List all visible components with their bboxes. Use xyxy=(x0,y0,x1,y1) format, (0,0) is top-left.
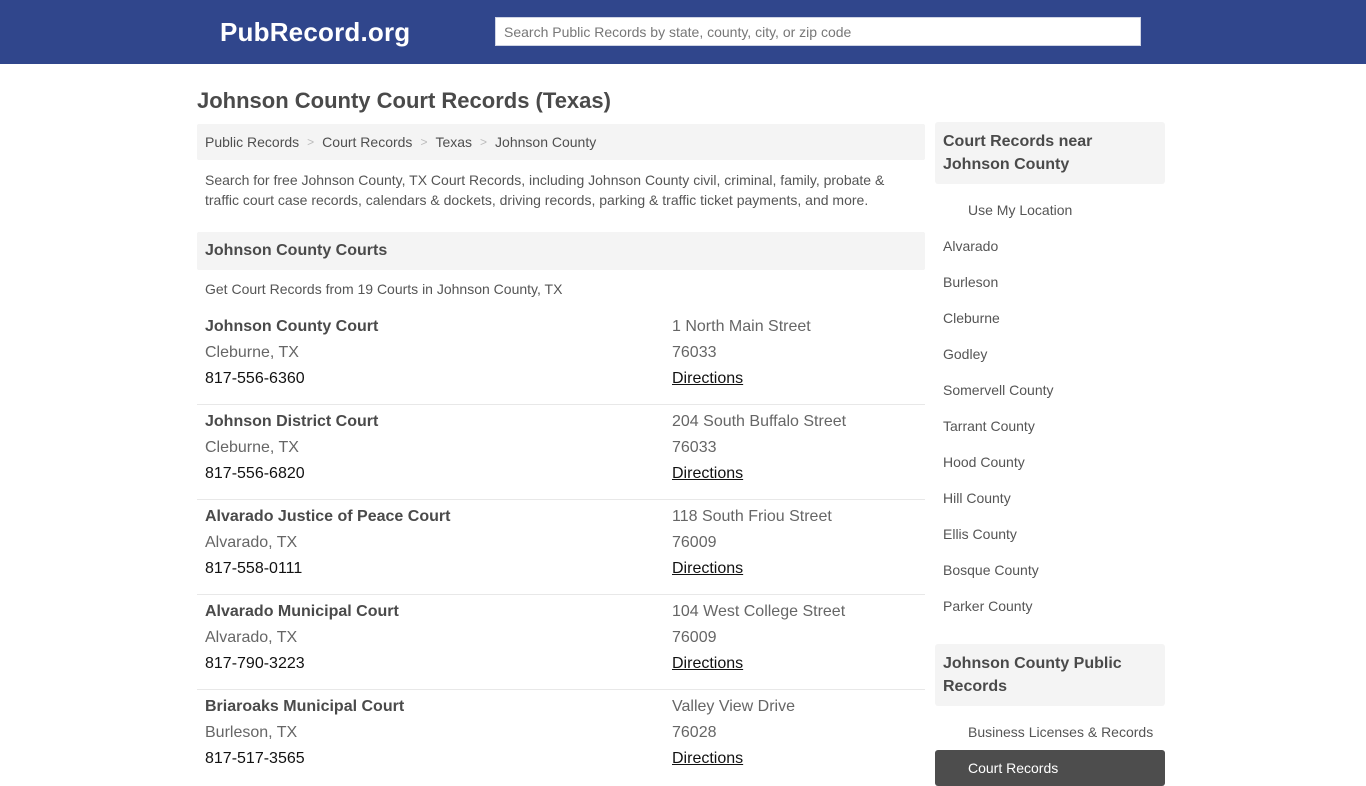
court-zip: 76033 xyxy=(672,439,717,456)
nearby-item[interactable]: Somervell County xyxy=(935,372,1165,408)
breadcrumb: Public Records > Court Records > Texas >… xyxy=(197,124,925,160)
nearby-item[interactable]: Cleburne xyxy=(935,300,1165,336)
courts-section-subheading: Get Court Records from 19 Courts in John… xyxy=(205,281,563,297)
court-row: Alvarado Justice of Peace Court Alvarado… xyxy=(197,500,925,595)
court-city: Alvarado, TX xyxy=(205,534,298,551)
nearby-item[interactable]: Parker County xyxy=(935,588,1165,624)
court-row: Johnson District Court Cleburne, TX 817-… xyxy=(197,405,925,500)
court-zip: 76028 xyxy=(672,724,717,741)
court-zip: 76009 xyxy=(672,629,717,646)
sidebar: Court Records near Johnson County Use My… xyxy=(935,122,1165,786)
court-city: Burleson, TX xyxy=(205,724,298,741)
court-row: Johnson County Court Cleburne, TX 817-55… xyxy=(197,310,925,405)
breadcrumb-public-records[interactable]: Public Records xyxy=(205,134,299,150)
courts-section-heading: Johnson County Courts xyxy=(197,232,925,270)
nearby-courts-heading: Court Records near Johnson County xyxy=(935,122,1165,184)
court-name: Alvarado Justice of Peace Court xyxy=(205,508,451,525)
public-records-list: Business Licenses & Records Court Record… xyxy=(935,706,1165,786)
court-street: 118 South Friou Street xyxy=(672,508,832,525)
business-licenses-link[interactable]: Business Licenses & Records xyxy=(935,714,1165,750)
court-phone[interactable]: 817-556-6360 xyxy=(205,366,672,392)
nearby-item[interactable]: Ellis County xyxy=(935,516,1165,552)
directions-link[interactable]: Directions xyxy=(672,560,743,577)
court-name: Johnson County Court xyxy=(205,318,379,335)
top-navbar: PubRecord.org xyxy=(0,0,1366,64)
court-name: Alvarado Municipal Court xyxy=(205,603,399,620)
public-records-heading: Johnson County Public Records xyxy=(935,644,1165,706)
nearby-item[interactable]: Hood County xyxy=(935,444,1165,480)
court-zip: 76033 xyxy=(672,344,717,361)
court-name: Briaroaks Municipal Court xyxy=(205,698,405,715)
courts-list: Johnson County Court Cleburne, TX 817-55… xyxy=(197,310,925,785)
nearby-item[interactable]: Burleson xyxy=(935,264,1165,300)
nearby-list: Use My Location Alvarado Burleson Clebur… xyxy=(935,184,1165,624)
court-street: Valley View Drive xyxy=(672,698,796,715)
nearby-item[interactable]: Godley xyxy=(935,336,1165,372)
nearby-courts-block: Court Records near Johnson County Use My… xyxy=(935,122,1165,624)
court-city: Alvarado, TX xyxy=(205,629,298,646)
breadcrumb-separator: > xyxy=(307,135,315,149)
court-zip: 76009 xyxy=(672,534,717,551)
intro-text: Search for free Johnson County, TX Court… xyxy=(205,172,885,208)
court-phone[interactable]: 817-790-3223 xyxy=(205,651,672,677)
page-title: Johnson County Court Records (Texas) xyxy=(197,88,611,113)
directions-link[interactable]: Directions xyxy=(672,750,743,767)
court-street: 104 West College Street xyxy=(672,603,846,620)
court-city: Cleburne, TX xyxy=(205,344,299,361)
breadcrumb-separator: > xyxy=(420,135,428,149)
directions-link[interactable]: Directions xyxy=(672,655,743,672)
nearby-item[interactable]: Alvarado xyxy=(935,228,1165,264)
directions-link[interactable]: Directions xyxy=(672,370,743,387)
breadcrumb-texas[interactable]: Texas xyxy=(435,134,472,150)
court-records-link-active[interactable]: Court Records xyxy=(935,750,1165,786)
search-input[interactable] xyxy=(496,18,1140,45)
breadcrumb-johnson-county: Johnson County xyxy=(495,134,597,150)
court-phone[interactable]: 817-558-0111 xyxy=(205,556,672,582)
use-my-location-link[interactable]: Use My Location xyxy=(935,192,1165,228)
court-row: Briaroaks Municipal Court Burleson, TX 8… xyxy=(197,690,925,785)
main-content: Johnson County Court Records (Texas) Pub… xyxy=(197,64,925,785)
breadcrumb-separator: > xyxy=(480,135,488,149)
court-street: 1 North Main Street xyxy=(672,318,811,335)
breadcrumb-court-records[interactable]: Court Records xyxy=(322,134,412,150)
public-records-block: Johnson County Public Records Business L… xyxy=(935,644,1165,786)
search-box xyxy=(495,17,1141,46)
directions-link[interactable]: Directions xyxy=(672,465,743,482)
nearby-item[interactable]: Hill County xyxy=(935,480,1165,516)
nearby-item[interactable]: Tarrant County xyxy=(935,408,1165,444)
court-street: 204 South Buffalo Street xyxy=(672,413,847,430)
court-phone[interactable]: 817-556-6820 xyxy=(205,461,672,487)
court-phone[interactable]: 817-517-3565 xyxy=(205,746,672,772)
court-row: Alvarado Municipal Court Alvarado, TX 81… xyxy=(197,595,925,690)
site-logo[interactable]: PubRecord.org xyxy=(220,17,410,48)
nearby-item[interactable]: Bosque County xyxy=(935,552,1165,588)
court-city: Cleburne, TX xyxy=(205,439,299,456)
court-name: Johnson District Court xyxy=(205,413,379,430)
